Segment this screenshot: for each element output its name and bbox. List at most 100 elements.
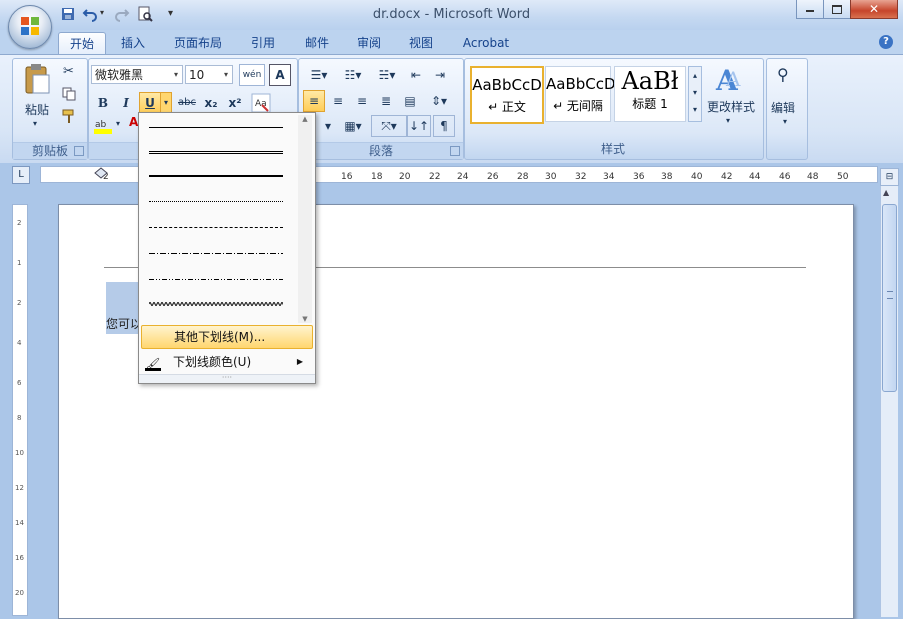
dropdown-scroll-up-icon[interactable]: ▲ (298, 115, 312, 123)
font-size-combo[interactable]: 10 ▾ (185, 65, 233, 84)
ruler-tick-label: 26 (487, 172, 499, 182)
underline-option-dash-dot-dot[interactable] (149, 269, 283, 289)
multilevel-list-icon[interactable]: ☵▾ (371, 64, 403, 86)
tab-home[interactable]: 开始 (58, 32, 106, 55)
ruler-tick-label: 16 (341, 172, 353, 182)
scroll-up-icon[interactable]: ▲ (883, 188, 889, 197)
subscript-button[interactable]: x₂ (199, 92, 223, 114)
font-name-dropdown-icon[interactable]: ▾ (170, 66, 182, 83)
underline-dropdown-menu: ▲ ▼ 其他下划线(M)... 🖌 下划线颜色(U) ▶ ···· (138, 112, 316, 384)
styles-scroll[interactable]: ▴ ▾ ▾ (688, 66, 702, 122)
paste-button[interactable]: 粘贴 (19, 99, 55, 121)
style-heading-1[interactable]: AaBł 标题 1 (614, 66, 686, 122)
increase-indent-icon[interactable]: ⇥ (429, 64, 451, 86)
more-underlines-item[interactable]: 其他下划线(M)... (141, 325, 313, 349)
paste-icon[interactable] (23, 63, 51, 95)
minimize-button[interactable] (796, 0, 824, 19)
maximize-icon (832, 5, 842, 14)
change-styles-label[interactable]: 更改样式 (704, 98, 758, 115)
font-color-icon[interactable]: A (129, 115, 138, 129)
clipboard-launcher-icon[interactable] (74, 146, 84, 156)
tab-mailings[interactable]: 邮件 (294, 32, 340, 54)
tab-selector[interactable]: L (12, 166, 30, 184)
tab-acrobat[interactable]: Acrobat (456, 32, 516, 54)
show-marks-icon[interactable]: ¶ (433, 115, 455, 137)
change-styles-dropdown-icon[interactable]: ▾ (726, 116, 730, 125)
underline-option-double[interactable] (149, 141, 283, 161)
ruler-tick-label: 30 (545, 172, 557, 182)
line-spacing-icon[interactable]: ⇕▾ (423, 90, 455, 112)
style-no-spacing-name: ↵ 无间隔 (553, 99, 603, 113)
ruler-tick-label: 40 (691, 172, 703, 182)
ruler-tick-label: 18 (371, 172, 383, 182)
tab-review[interactable]: 审阅 (346, 32, 392, 54)
align-left-icon[interactable]: ≡ (303, 90, 325, 112)
underline-option-dash-dot[interactable] (149, 243, 283, 263)
bold-button[interactable]: B (92, 92, 114, 114)
style-no-spacing[interactable]: AaBbCcD ↵ 无间隔 (545, 66, 616, 122)
distributed-icon[interactable]: ▤ (399, 90, 421, 112)
style-normal[interactable]: AaBbCcD ↵ 正文 (470, 66, 544, 124)
paste-dropdown-icon[interactable]: ▾ (33, 119, 37, 128)
align-right-icon[interactable]: ≡ (351, 90, 373, 112)
menu-resize-grip[interactable]: ···· (139, 374, 315, 383)
paragraph-launcher-icon[interactable] (450, 146, 460, 156)
ruler-tick-label: 46 (779, 172, 791, 182)
justify-icon[interactable]: ≣ (375, 90, 397, 112)
borders-icon[interactable]: ▦▾ (337, 115, 369, 137)
sort-icon[interactable]: ↓↑ (407, 115, 431, 137)
strikethrough-button[interactable]: abc (175, 92, 199, 114)
chinese-layout-icon[interactable]: ⤧▾ (371, 115, 407, 137)
copy-icon[interactable] (62, 87, 76, 101)
underline-option-wave[interactable] (149, 295, 283, 315)
bullets-icon[interactable]: ☰▾ (303, 64, 335, 86)
dropdown-scrollbar[interactable]: ▲ ▼ (298, 115, 312, 323)
vertical-ruler[interactable]: 2 1 2 4 6 8 10 12 14 16 20 (12, 204, 28, 616)
underline-option-single[interactable] (149, 117, 283, 137)
underline-button[interactable]: U (139, 92, 161, 114)
dropdown-scroll-down-icon[interactable]: ▼ (298, 315, 312, 323)
tab-view[interactable]: 视图 (398, 32, 444, 54)
shading-icon[interactable]: ▾ (317, 115, 339, 137)
svg-text:16: 16 (15, 554, 24, 562)
italic-button[interactable]: I (115, 92, 137, 114)
tab-references[interactable]: 引用 (240, 32, 286, 54)
office-button[interactable] (8, 5, 52, 49)
align-center-icon[interactable]: ≡ (327, 90, 349, 112)
decrease-indent-icon[interactable]: ⇤ (405, 64, 427, 86)
editing-group: ⚲ 编辑 ▾ (766, 58, 808, 160)
underline-option-dashed[interactable] (149, 217, 283, 237)
underline-color-item[interactable]: 🖌 下划线颜色(U) ▶ (141, 351, 311, 373)
numbering-icon[interactable]: ☷▾ (337, 64, 369, 86)
scrollbar-thumb[interactable] (882, 204, 897, 392)
style-normal-name: ↵ 正文 (488, 100, 526, 114)
change-styles-icon[interactable]: AA (714, 64, 748, 94)
clear-formatting-icon[interactable]: Aa (251, 93, 271, 113)
tab-page-layout[interactable]: 页面布局 (166, 32, 230, 54)
tab-insert[interactable]: 插入 (110, 32, 156, 54)
font-name-combo[interactable]: 微软雅黑 ▾ (91, 65, 183, 84)
editing-dropdown-icon[interactable]: ▾ (783, 117, 787, 126)
highlight-dropdown-icon[interactable]: ▾ (116, 119, 120, 128)
document-text[interactable]: 您可以 (106, 315, 142, 332)
phonetic-guide-button[interactable]: wén (239, 64, 265, 86)
text-highlight-icon[interactable]: ab (93, 117, 115, 135)
superscript-button[interactable]: x² (223, 92, 247, 114)
svg-text:8: 8 (17, 414, 21, 422)
maximize-button[interactable] (823, 0, 851, 19)
format-painter-icon[interactable] (62, 109, 77, 124)
view-ruler-icon[interactable]: ⊟ (880, 168, 899, 186)
cut-icon[interactable]: ✂ (63, 64, 74, 79)
underline-option-thick[interactable] (149, 165, 283, 185)
font-size-dropdown-icon[interactable]: ▾ (220, 66, 232, 83)
ruler-tick-label: 42 (721, 172, 732, 182)
editing-button[interactable]: 编辑 (771, 99, 795, 116)
ruler-tick-label: 48 (807, 172, 819, 182)
window-title: dr.docx - Microsoft Word (372, 7, 531, 22)
help-icon[interactable]: ? (879, 35, 893, 49)
underline-option-dotted[interactable] (149, 191, 283, 211)
clipboard-group: 粘贴 ▾ ✂ 剪贴板 (12, 58, 88, 160)
character-border-button[interactable]: A (269, 64, 291, 86)
underline-dropdown-icon[interactable]: ▾ (160, 92, 172, 114)
close-button[interactable]: ✕ (850, 0, 898, 19)
